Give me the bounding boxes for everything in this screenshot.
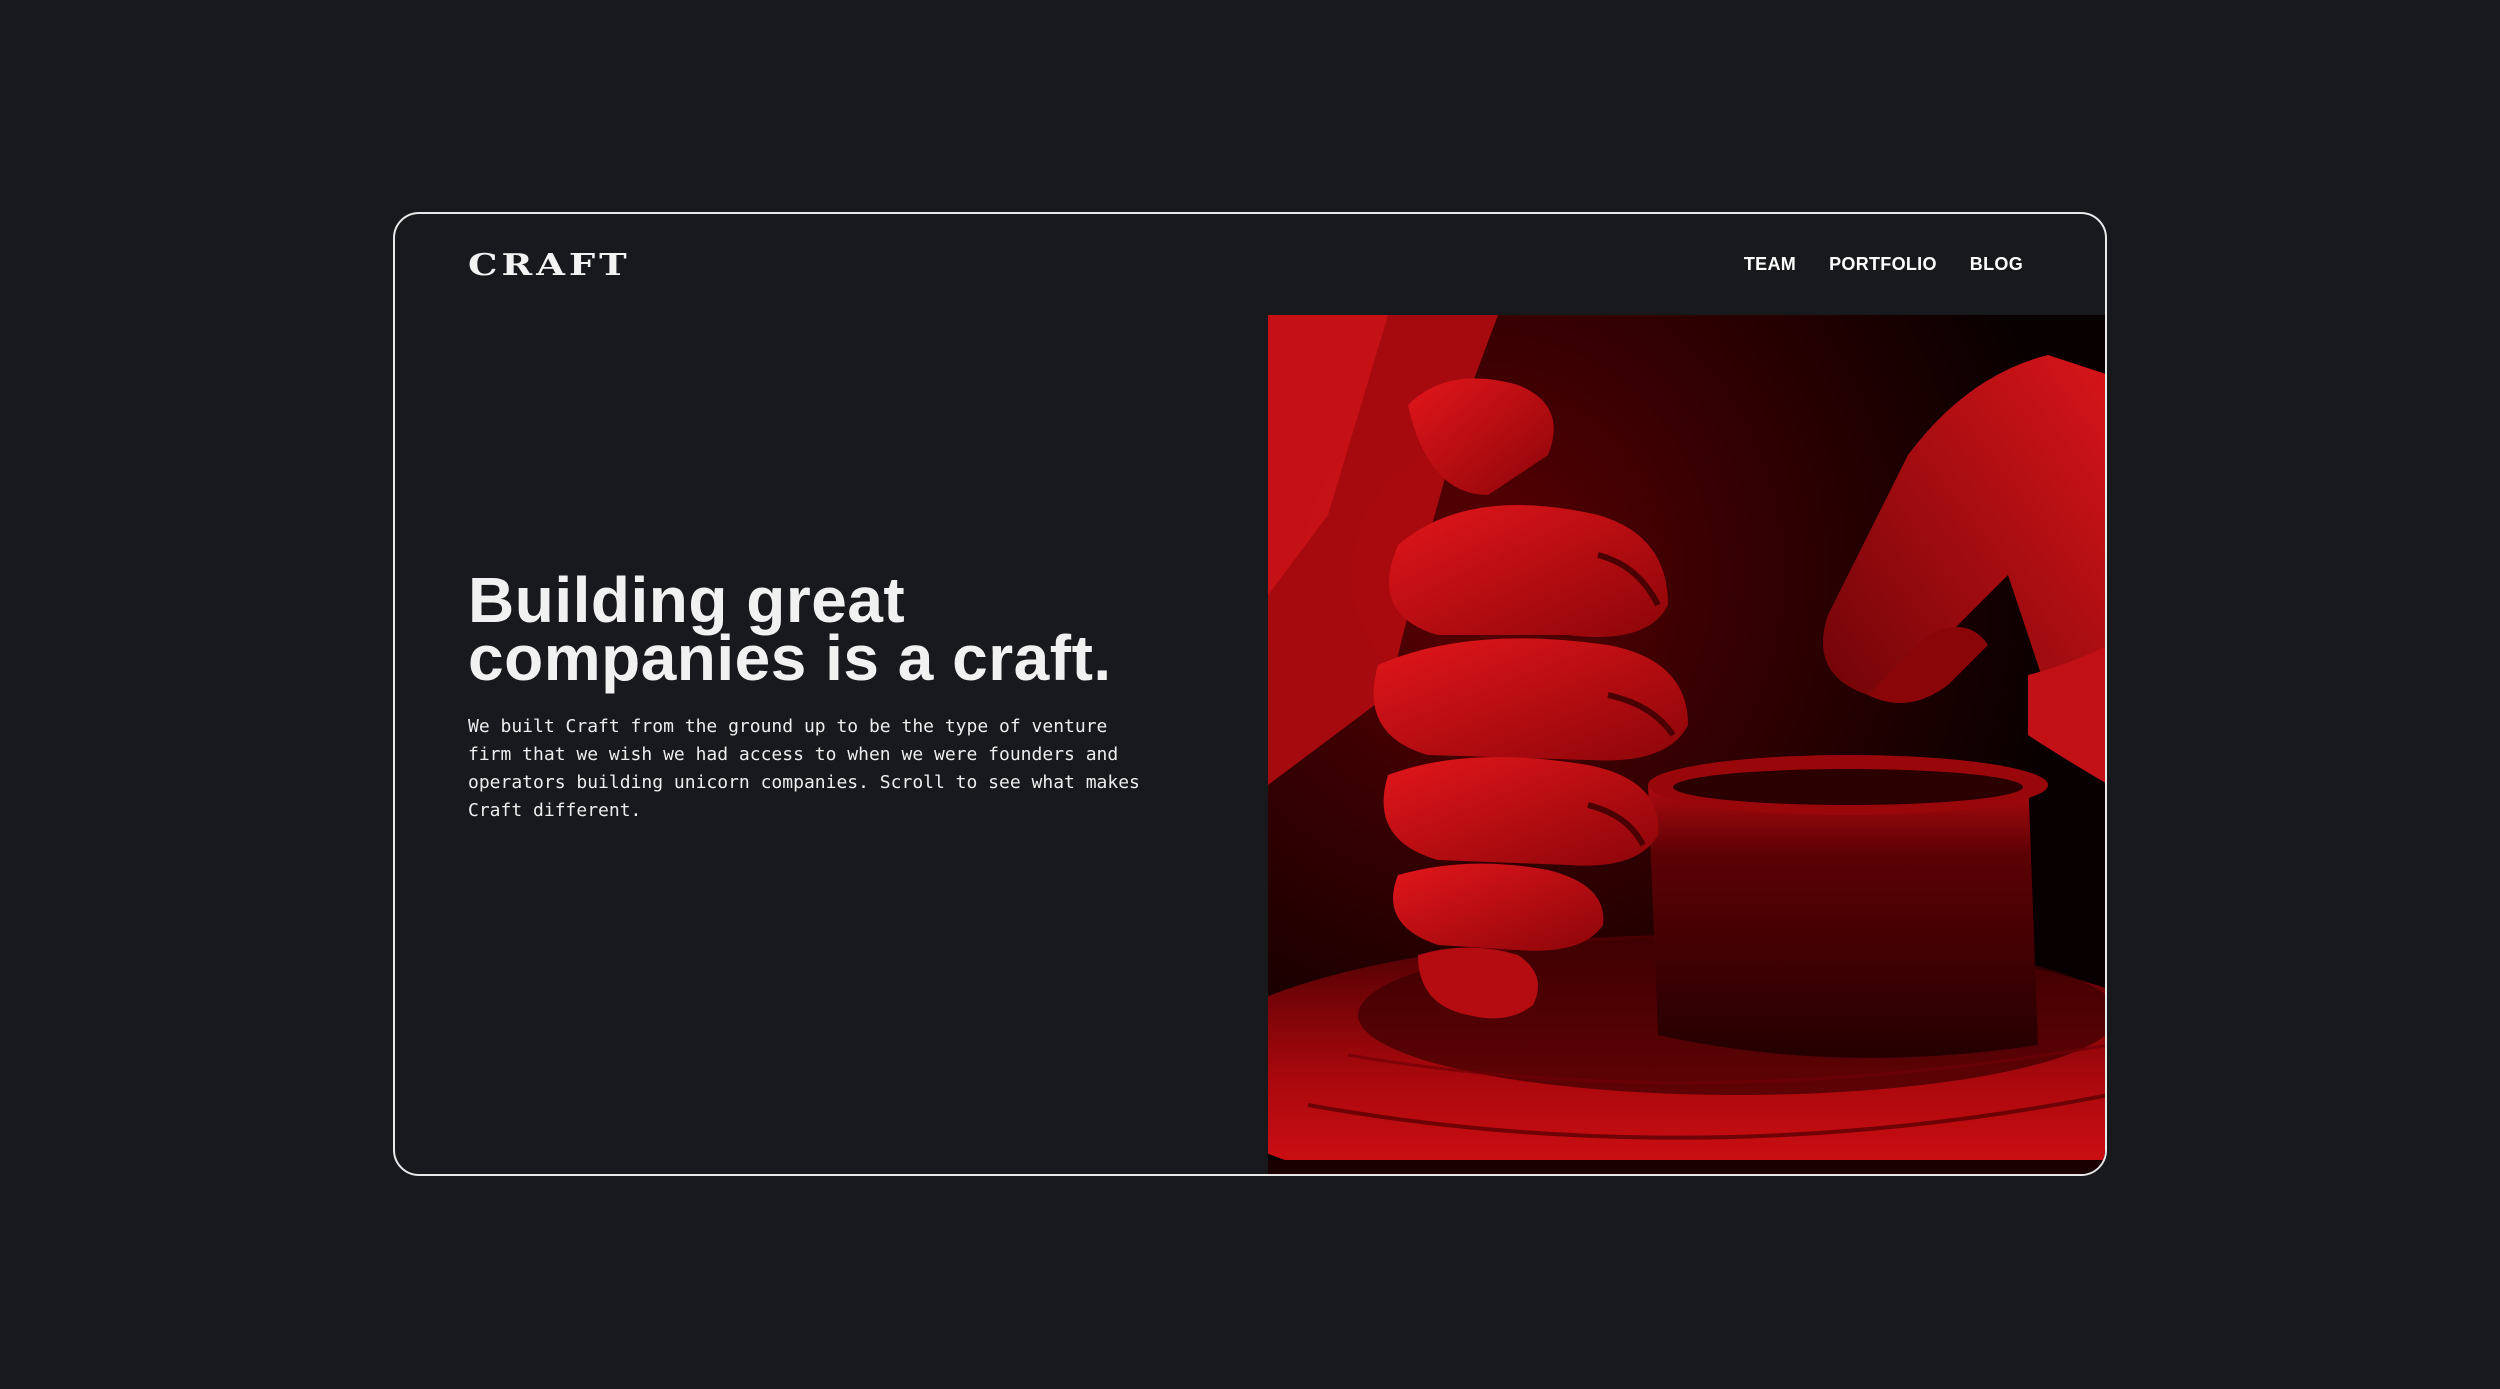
nav-link-team[interactable]: TEAM [1744, 254, 1796, 275]
nav-link-portfolio[interactable]: PORTFOLIO [1829, 254, 1937, 275]
main-nav: TEAM PORTFOLIO BLOG [1744, 254, 2023, 275]
nav-link-blog[interactable]: BLOG [1970, 254, 2023, 275]
hero-headline-line-2: companies is a craft. [468, 622, 1112, 694]
site-frame: CRAFT TEAM PORTFOLIO BLOG Building great… [393, 212, 2107, 1176]
craft-logo[interactable]: CRAFT [468, 244, 631, 284]
logo-wordmark: CRAFT [468, 245, 631, 282]
hero-text-block: Building great companies is a craft. We … [468, 564, 1188, 825]
hero-headline-line-1: Building great [468, 564, 906, 636]
hero-description: We built Craft from the ground up to be … [468, 716, 1140, 821]
hero-headline: Building great companies is a craft. [468, 564, 1188, 694]
hero-image-pottery-hands [1268, 315, 2105, 1174]
